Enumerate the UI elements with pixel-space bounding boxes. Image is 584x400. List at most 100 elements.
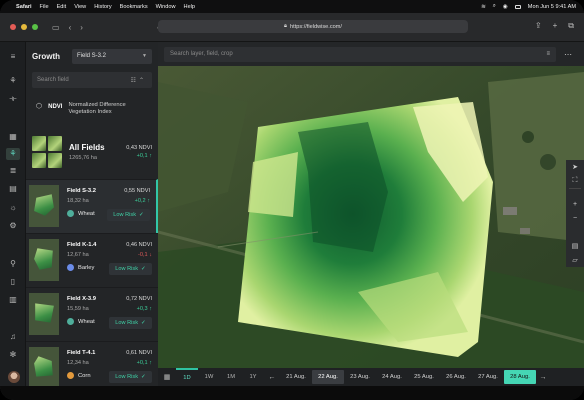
minimize-window-button[interactable] xyxy=(21,24,27,30)
control-center-icon[interactable] xyxy=(514,4,521,9)
date-item[interactable]: 24 Aug. xyxy=(376,370,408,384)
user-icon[interactable]: ◉ xyxy=(503,4,508,10)
mac-menubar: Safari File Edit View History Bookmarks … xyxy=(0,0,584,13)
crop-color-dot xyxy=(67,372,74,379)
date-item[interactable]: 25 Aug. xyxy=(408,370,440,384)
date-item[interactable]: 26 Aug. xyxy=(440,370,472,384)
all-fields-thumbnail xyxy=(32,135,62,168)
map-canvas[interactable] xyxy=(158,42,584,372)
menu-edit[interactable]: Edit xyxy=(57,4,67,10)
risk-badge[interactable]: Low Risk ✓ xyxy=(109,371,152,383)
growth-icon[interactable]: ⚘ xyxy=(6,148,20,160)
risk-badge[interactable]: Low Risk ✓ xyxy=(109,263,152,275)
risk-badge[interactable]: Low Risk ✓ xyxy=(109,317,152,329)
address-bar[interactable]: 🔒︎ https://fieldwise.com/ xyxy=(158,20,468,33)
field-row[interactable]: Field S-3.2 18,32 ha Wheat 0,55 NDVI +0,… xyxy=(26,179,158,233)
zoom-in-button[interactable]: + xyxy=(566,197,584,211)
calendar-icon[interactable]: ▦ xyxy=(158,373,176,381)
field-search-input[interactable]: Search field ☷⌃ xyxy=(32,72,152,88)
all-fields-row[interactable]: All Fields 1265,76 ha 0,43 NDVI +0,1 ↑ xyxy=(26,129,158,174)
index-description: Normalized Difference Vegetation Index xyxy=(68,102,126,115)
wifi-icon[interactable]: ≋ xyxy=(481,4,486,10)
forward-icon[interactable]: › xyxy=(80,23,83,32)
tab-overview-icon[interactable]: ⧉ xyxy=(568,21,574,31)
check-icon: ✓ xyxy=(139,212,144,218)
field-select[interactable]: Field S-3.2 ▼ xyxy=(72,48,152,64)
menu-history[interactable]: History xyxy=(94,4,111,10)
menu-app-name[interactable]: Safari xyxy=(16,4,32,10)
avatar[interactable] xyxy=(8,371,20,383)
all-fields-label: All Fields xyxy=(69,142,105,152)
map-search-input[interactable]: Search layer, field, crop ≡ xyxy=(164,46,556,62)
navigate-icon[interactable]: ➤ xyxy=(566,160,584,174)
check-icon: ✓ xyxy=(141,266,146,272)
menu-bookmarks[interactable]: Bookmarks xyxy=(120,4,148,10)
check-icon: ✓ xyxy=(141,320,146,326)
date-item-selected[interactable]: 28 Aug. xyxy=(504,370,536,384)
field-row[interactable]: Field X-3.9 15,59 ha Wheat 0,72 NDVI +0,… xyxy=(26,287,158,341)
all-fields-area: 1265,76 ha xyxy=(69,154,97,161)
gear-icon[interactable]: ⚙ xyxy=(6,220,20,232)
menu-help[interactable]: Help xyxy=(184,4,196,10)
range-1w[interactable]: 1W xyxy=(198,368,220,386)
map-toolbar: Search layer, field, crop ≡ ⋯ xyxy=(158,42,584,66)
back-icon[interactable]: ‹ xyxy=(69,23,72,32)
close-window-button[interactable] xyxy=(10,24,16,30)
range-1y[interactable]: 1Y xyxy=(242,368,264,386)
field-crop-label: Wheat xyxy=(78,318,95,325)
menu-file[interactable]: File xyxy=(40,4,49,10)
all-fields-ndvi: 0,43 NDVI xyxy=(126,144,152,151)
date-item[interactable]: 23 Aug. xyxy=(344,370,376,384)
risk-label: Low Risk xyxy=(115,374,138,380)
irrigation-icon[interactable]: ⟛ xyxy=(6,93,20,105)
date-item[interactable]: 22 Aug. xyxy=(312,370,344,384)
document-icon[interactable]: ▯ xyxy=(6,276,20,288)
location-icon[interactable]: ⚲ xyxy=(6,258,20,270)
field-ndvi: 0,55 NDVI xyxy=(124,188,150,194)
new-tab-icon[interactable]: + xyxy=(553,21,558,31)
fullscreen-icon[interactable]: ⛶ xyxy=(566,174,584,188)
stack-icon[interactable]: ≣ xyxy=(6,165,20,177)
zoom-window-button[interactable] xyxy=(32,24,38,30)
field-name: Field K-1.4 xyxy=(67,242,97,248)
sprout-icon[interactable]: ⚘ xyxy=(6,75,20,87)
panel-title: Growth xyxy=(32,51,60,61)
range-1m[interactable]: 1M xyxy=(220,368,242,386)
menu-view[interactable]: View xyxy=(74,4,86,10)
risk-badge[interactable]: Low Risk ✓ xyxy=(107,209,150,221)
field-row[interactable]: Field K-1.4 12,67 ha Barley 0,46 NDVI -0… xyxy=(26,233,158,287)
field-ndvi: 0,61 NDVI xyxy=(126,350,152,356)
list-filter-icon[interactable]: ☷⌃ xyxy=(131,77,147,84)
notification-icon[interactable]: ♫ xyxy=(6,331,20,343)
field-delta: +0,3 ↑ xyxy=(136,306,152,312)
field-crop-label: Wheat xyxy=(78,210,95,217)
risk-label: Low Risk xyxy=(113,212,136,218)
risk-label: Low Risk xyxy=(115,320,138,326)
sidebar-toggle-icon[interactable]: ▭ xyxy=(52,23,60,32)
range-1d[interactable]: 1D xyxy=(176,368,198,386)
share-icon[interactable]: ⇪ xyxy=(535,21,542,31)
field-crop: Corn xyxy=(67,372,91,379)
layers-icon[interactable]: ▤ xyxy=(566,239,584,253)
weather-icon[interactable]: ☼ xyxy=(6,202,20,214)
arrow-right-icon[interactable]: → xyxy=(536,374,550,381)
menu-window[interactable]: Window xyxy=(156,4,176,10)
chart-icon[interactable]: ▥ xyxy=(6,294,20,306)
chevron-down-icon: ▼ xyxy=(142,53,147,59)
search-icon[interactable]: ⌕ xyxy=(493,3,496,10)
menu-icon[interactable]: ≡ xyxy=(6,51,20,63)
arrow-left-icon[interactable]: ← xyxy=(264,374,280,381)
map-icon[interactable]: ▦ xyxy=(6,131,20,143)
date-item[interactable]: 21 Aug. xyxy=(280,370,312,384)
satellite-map[interactable] xyxy=(158,42,584,372)
filter-icon[interactable]: ≡ xyxy=(546,51,550,57)
field-select-value: Field S-3.2 xyxy=(77,53,107,59)
grid-icon[interactable]: ▤ xyxy=(6,183,20,195)
field-thumbnail xyxy=(29,185,59,227)
more-options-icon[interactable]: ⋯ xyxy=(564,50,572,59)
settings-icon[interactable]: ✻ xyxy=(6,349,20,361)
field-area: 12,34 ha xyxy=(67,360,89,366)
ruler-icon[interactable]: ▱ xyxy=(566,253,584,267)
date-item[interactable]: 27 Aug. xyxy=(472,370,504,384)
zoom-out-button[interactable]: − xyxy=(566,211,584,225)
